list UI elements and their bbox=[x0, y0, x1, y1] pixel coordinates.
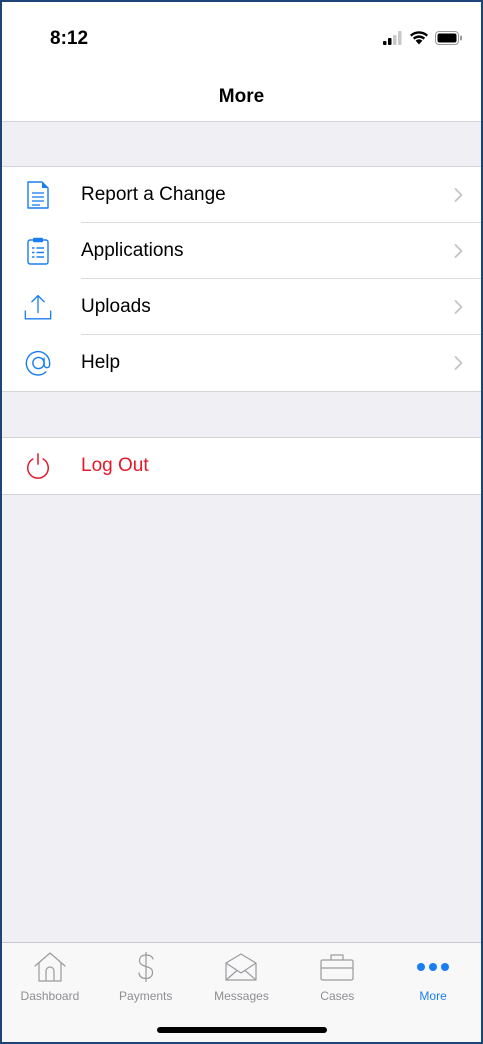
briefcase-icon bbox=[319, 951, 355, 983]
tab-label: Payments bbox=[119, 989, 173, 1003]
upload-icon bbox=[24, 292, 52, 322]
app-screen: 8:12 More Report a Change Applications U… bbox=[0, 0, 483, 1044]
wifi-icon bbox=[410, 31, 428, 45]
chevron-right-icon bbox=[454, 188, 463, 202]
menu-item-applications[interactable]: Applications bbox=[2, 223, 481, 279]
menu-item-report-a-change[interactable]: Report a Change bbox=[2, 167, 481, 223]
dollar-icon bbox=[136, 951, 156, 983]
tab-dashboard[interactable]: Dashboard bbox=[2, 943, 98, 1015]
page-title: More bbox=[218, 85, 265, 107]
logout-button[interactable]: Log Out bbox=[2, 438, 481, 494]
tab-label: Dashboard bbox=[20, 989, 80, 1003]
chevron-right-icon bbox=[454, 356, 463, 370]
home-icon bbox=[33, 951, 67, 983]
tab-label: Messages bbox=[214, 989, 269, 1003]
tab-payments[interactable]: Payments bbox=[98, 943, 194, 1015]
more-dots-icon bbox=[416, 951, 450, 983]
envelope-icon bbox=[224, 951, 258, 983]
menu-item-label: Help bbox=[81, 352, 121, 373]
menu-item-label: Applications bbox=[81, 240, 184, 261]
logout-section: Log Out bbox=[2, 437, 481, 495]
status-bar: 8:12 bbox=[2, 2, 481, 72]
chevron-right-icon bbox=[454, 300, 463, 314]
battery-icon bbox=[435, 30, 462, 45]
tab-cases[interactable]: Cases bbox=[289, 943, 385, 1015]
tab-label: More bbox=[419, 989, 447, 1003]
more-menu-list: Report a Change Applications Uploads Hel… bbox=[2, 166, 481, 392]
status-time: 8:12 bbox=[50, 28, 89, 49]
status-icons bbox=[383, 30, 463, 45]
cellular-signal-icon bbox=[383, 30, 402, 45]
document-icon bbox=[24, 180, 52, 210]
tab-bar: Dashboard Payments Messages Cases More bbox=[2, 942, 481, 1042]
menu-item-uploads[interactable]: Uploads bbox=[2, 279, 481, 335]
navigation-bar: More bbox=[2, 72, 481, 122]
menu-item-help[interactable]: Help bbox=[2, 335, 481, 391]
menu-item-label: Uploads bbox=[81, 296, 151, 317]
home-indicator bbox=[156, 1027, 327, 1033]
tab-more[interactable]: More bbox=[385, 943, 481, 1015]
menu-item-label: Report a Change bbox=[81, 184, 226, 205]
at-sign-icon bbox=[24, 348, 52, 378]
clipboard-icon bbox=[24, 236, 52, 266]
tab-label: Cases bbox=[320, 989, 355, 1003]
power-icon bbox=[24, 451, 52, 481]
tab-messages[interactable]: Messages bbox=[194, 943, 290, 1015]
chevron-right-icon bbox=[454, 244, 463, 258]
logout-label: Log Out bbox=[81, 455, 149, 476]
